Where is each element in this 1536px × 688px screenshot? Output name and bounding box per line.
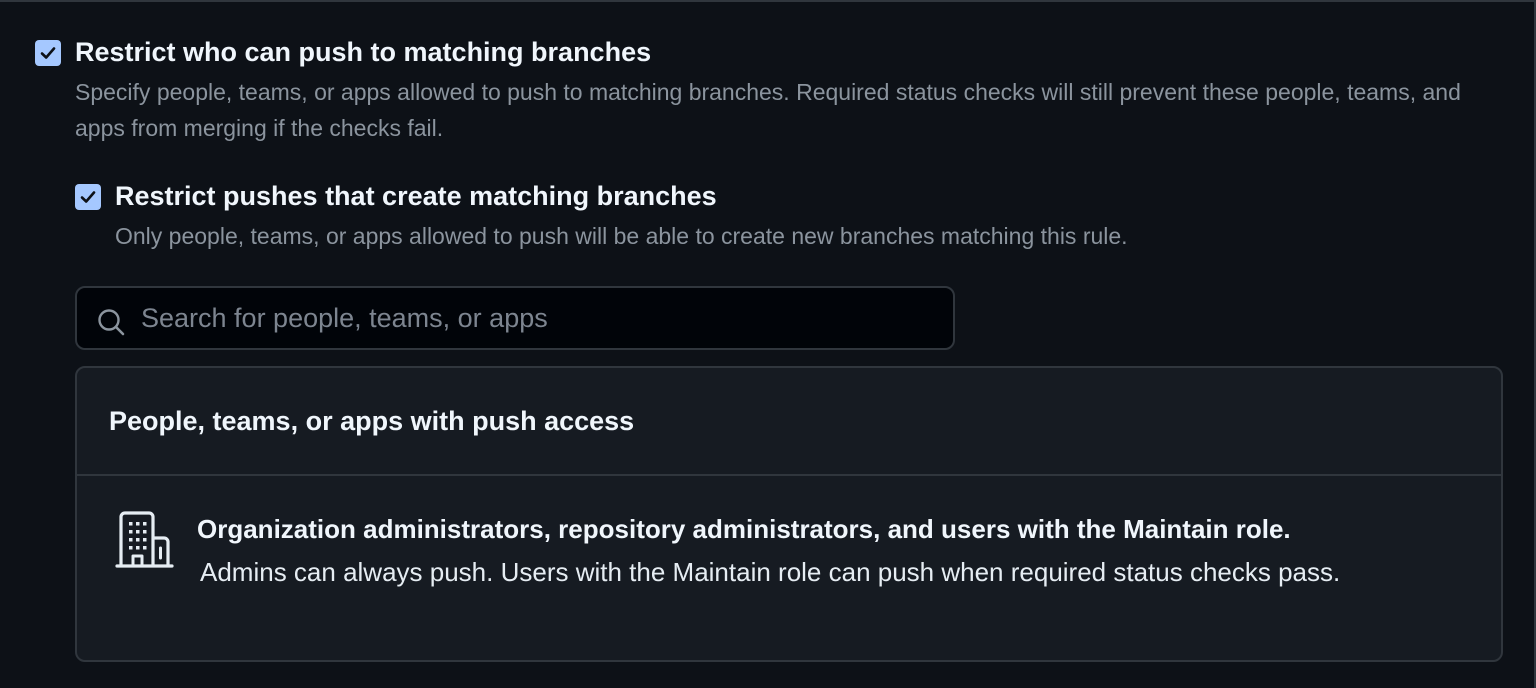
restrict-push-text: Restrict who can push to matching branch…	[75, 39, 1495, 146]
checkmark-icon	[40, 47, 56, 59]
search-icon	[98, 309, 125, 336]
restrict-create-text: Restrict pushes that create matching bra…	[115, 183, 1128, 254]
branch-protection-settings: Restrict who can push to matching branch…	[0, 0, 1536, 688]
list-item: Organization administrators, repository …	[77, 476, 1501, 660]
restrict-push-checkbox[interactable]	[35, 40, 61, 66]
push-access-title: People, teams, or apps with push access	[109, 405, 635, 436]
restrict-create-description: Only people, teams, or apps allowed to p…	[115, 223, 1128, 249]
push-access-item-title: Organization administrators, repository …	[197, 514, 1291, 544]
restrict-push-title[interactable]: Restrict who can push to matching branch…	[75, 39, 1495, 66]
push-access-panel: People, teams, or apps with push access …	[75, 366, 1503, 662]
restrict-create-option: Restrict pushes that create matching bra…	[75, 183, 1495, 254]
restrict-create-title[interactable]: Restrict pushes that create matching bra…	[115, 183, 1128, 210]
restrict-push-option: Restrict who can push to matching branch…	[35, 39, 1495, 146]
search-input[interactable]	[141, 288, 941, 348]
push-access-item-text: Organization administrators, repository …	[197, 514, 1447, 589]
push-access-search[interactable]	[75, 286, 955, 350]
restrict-push-description: Specify people, teams, or apps allowed t…	[75, 79, 1461, 141]
checkmark-icon	[80, 191, 96, 203]
organization-icon	[115, 511, 174, 568]
push-access-header: People, teams, or apps with push access	[77, 368, 1501, 476]
restrict-create-checkbox[interactable]	[75, 184, 101, 210]
push-access-item-description: Admins can always push. Users with the M…	[200, 557, 1341, 587]
